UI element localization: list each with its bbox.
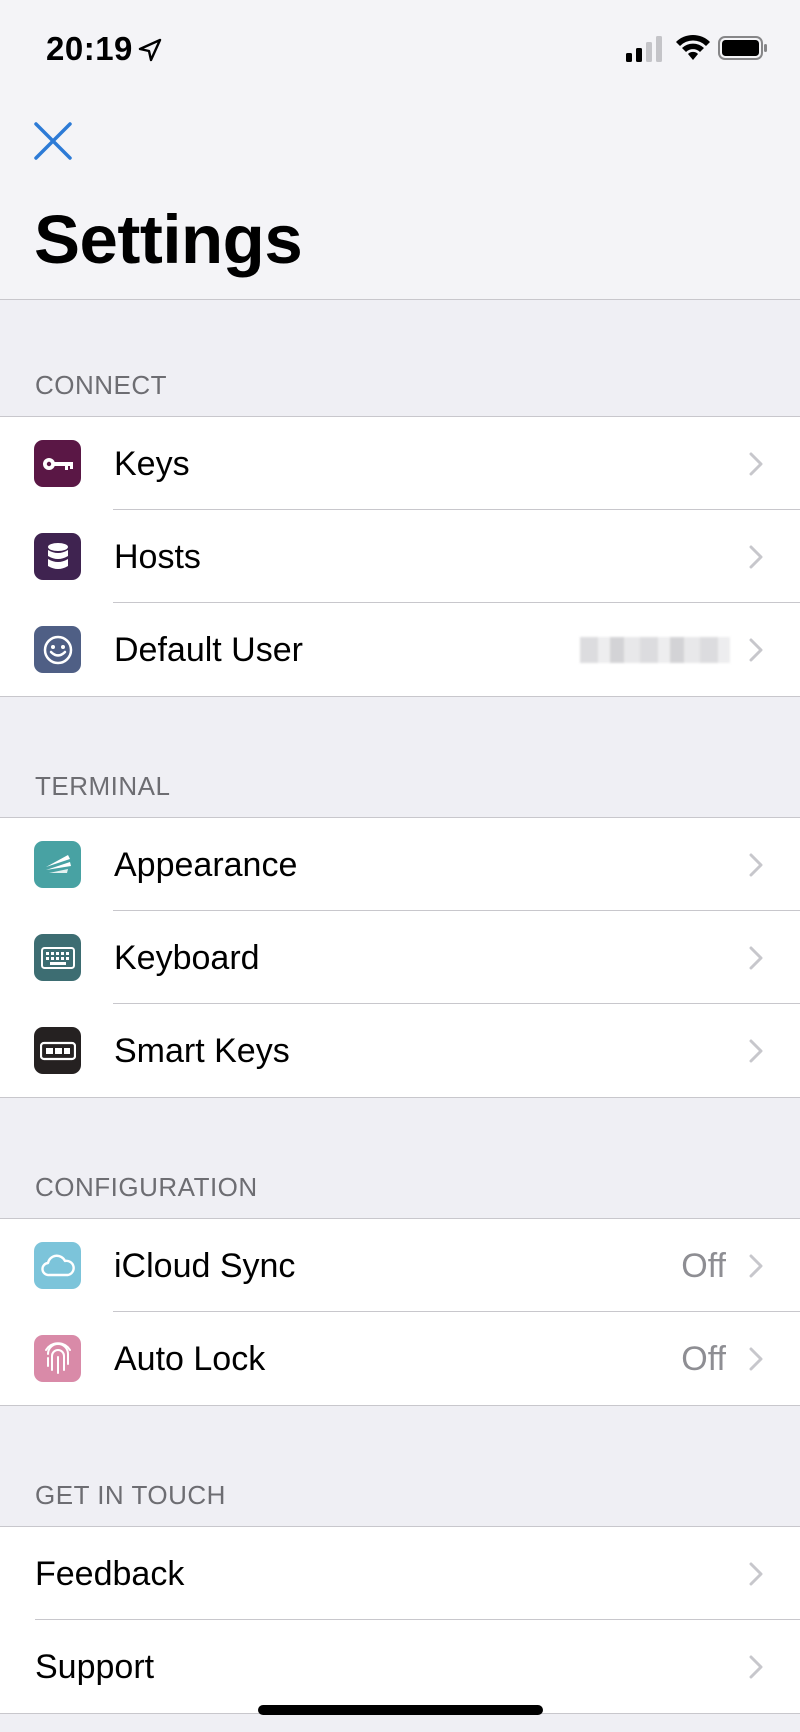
row-icloud-sync[interactable]: iCloud Sync Off (0, 1219, 800, 1312)
row-label: iCloud Sync (114, 1247, 296, 1285)
cloud-icon (34, 1242, 81, 1289)
smiley-icon (34, 626, 81, 673)
chevron-right-icon (749, 1254, 763, 1278)
row-smart-keys[interactable]: Smart Keys (0, 1004, 800, 1097)
auto-lock-value: Off (681, 1340, 726, 1378)
wifi-icon (676, 34, 710, 60)
row-keyboard[interactable]: Keyboard (0, 911, 800, 1004)
section-header-connect: CONNECT (35, 370, 168, 400)
row-label: Smart Keys (114, 1032, 290, 1070)
group-configuration: iCloud Sync Off Auto Lock Off (0, 1218, 800, 1406)
status-bar: 20:19 (0, 0, 800, 100)
navigation-bar: Settings (0, 100, 800, 300)
chevron-right-icon (749, 1562, 763, 1586)
row-default-user[interactable]: Default User (0, 603, 800, 696)
smart-keys-icon (34, 1027, 81, 1074)
battery-icon (718, 36, 767, 60)
row-keys[interactable]: Keys (0, 417, 800, 510)
row-label: Keyboard (114, 939, 260, 977)
page-title: Settings (34, 201, 303, 278)
row-label: Feedback (35, 1555, 185, 1593)
icloud-sync-value: Off (681, 1247, 726, 1285)
group-connect: Keys Hosts Default User (0, 416, 800, 697)
row-label: Support (35, 1648, 155, 1686)
row-label: Keys (114, 445, 190, 483)
row-label: Appearance (114, 846, 298, 884)
fingerprint-icon (34, 1335, 81, 1382)
row-label: Auto Lock (114, 1340, 266, 1378)
key-icon (34, 440, 81, 487)
chevron-right-icon (749, 452, 763, 476)
chevron-right-icon (749, 1039, 763, 1063)
chevron-right-icon (749, 638, 763, 662)
row-appearance[interactable]: Appearance (0, 818, 800, 911)
chevron-right-icon (749, 1655, 763, 1679)
brush-icon (34, 841, 81, 888)
row-hosts[interactable]: Hosts (0, 510, 800, 603)
home-indicator[interactable] (258, 1705, 543, 1715)
group-get-in-touch: Feedback Support (0, 1526, 800, 1714)
section-header-terminal: TERMINAL (35, 771, 171, 801)
redacted-value (580, 637, 730, 663)
chevron-right-icon (749, 545, 763, 569)
database-icon (34, 533, 81, 580)
status-time: 20:19 (46, 30, 133, 67)
row-label: Hosts (114, 538, 201, 576)
close-icon[interactable] (30, 118, 76, 164)
section-header-get-in-touch: GET IN TOUCH (35, 1480, 226, 1510)
chevron-right-icon (749, 853, 763, 877)
chevron-right-icon (749, 946, 763, 970)
section-header-configuration: CONFIGURATION (35, 1172, 258, 1202)
location-arrow-icon (138, 38, 162, 62)
keyboard-icon (34, 934, 81, 981)
group-terminal: Appearance Keyboard Smart Keys (0, 817, 800, 1098)
row-feedback[interactable]: Feedback (0, 1527, 800, 1620)
chevron-right-icon (749, 1347, 763, 1371)
row-support[interactable]: Support (0, 1620, 800, 1713)
cellular-signal-icon (626, 36, 662, 62)
row-auto-lock[interactable]: Auto Lock Off (0, 1312, 800, 1405)
row-label: Default User (114, 631, 303, 669)
